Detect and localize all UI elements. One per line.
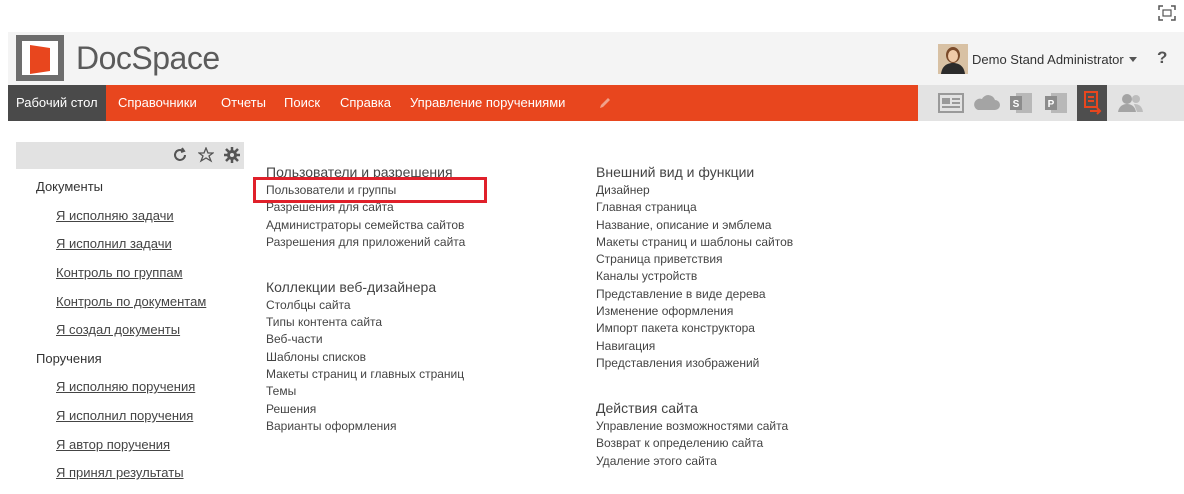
link-themes[interactable]: Темы [266,384,296,398]
top-navigation: Рабочий стол Справочники Отчеты Поиск Сп… [8,85,918,121]
left-group-documents[interactable]: Документы [36,179,103,194]
left-link-created-documents[interactable]: Я создал документы [56,322,180,337]
link-delete-site[interactable]: Удаление этого сайта [596,454,717,468]
edit-links-icon[interactable] [598,96,612,110]
section-look-feel-title: Внешний вид и функции [596,164,755,180]
docspace-logo-icon[interactable] [16,35,64,81]
project-icon[interactable]: P [1041,90,1071,116]
left-link-group-control[interactable]: Контроль по группам [56,265,183,280]
gear-icon[interactable] [224,147,240,163]
link-import-design-package[interactable]: Импорт пакета конструктора [596,321,755,335]
link-change-look[interactable]: Изменение оформления [596,304,733,318]
link-master-pages[interactable]: Макеты страниц и главных страниц [266,367,464,381]
site-header: DocSpace Demo Stand Administrator ? [8,32,1184,85]
link-welcome-page[interactable]: Страница приветствия [596,252,723,266]
link-site-collection-admins[interactable]: Администраторы семейства сайтов [266,218,464,232]
link-device-channels[interactable]: Каналы устройств [596,269,697,283]
left-link-completed-assignments[interactable]: Я исполнил поручения [56,408,193,423]
link-home-page[interactable]: Главная страница [596,200,697,214]
link-tree-view[interactable]: Представление в виде дерева [596,287,766,301]
docspace-app-icon[interactable] [1077,85,1107,121]
link-title-description-logo[interactable]: Название, описание и эмблема [596,218,771,232]
link-navigation[interactable]: Навигация [596,339,655,353]
link-page-layouts[interactable]: Макеты страниц и шаблоны сайтов [596,235,793,249]
highlight-box [253,177,487,203]
fullscreen-focus-icon[interactable] [1158,5,1176,21]
left-link-my-assignments[interactable]: Я исполняю поручения [56,379,195,394]
refresh-icon[interactable] [172,147,188,163]
nav-item-directories[interactable]: Справочники [118,85,197,121]
user-avatar[interactable] [938,44,968,74]
nav-item-desktop[interactable]: Рабочий стол [8,85,106,121]
chevron-down-icon[interactable] [1129,57,1137,62]
left-link-my-tasks[interactable]: Я исполняю задачи [56,208,174,223]
help-button[interactable]: ? [1157,48,1167,68]
people-icon[interactable] [1116,90,1146,116]
star-icon[interactable] [198,147,214,163]
section-site-actions-title: Действия сайта [596,400,698,416]
left-link-authored-assignments[interactable]: Я автор поручения [56,437,170,452]
nav-item-search[interactable]: Поиск [284,85,320,121]
newsfeed-icon[interactable] [936,90,966,116]
nav-item-reports[interactable]: Отчеты [221,85,266,121]
link-designer[interactable]: Дизайнер [596,183,650,197]
svg-text:S: S [1013,99,1020,110]
app-launcher-bar: S P [918,85,1184,121]
left-group-assignments[interactable]: Поручения [36,351,102,366]
link-site-columns[interactable]: Столбцы сайта [266,298,351,312]
link-content-types[interactable]: Типы контента сайта [266,315,382,329]
left-link-accepted-results[interactable]: Я принял результаты [56,465,184,480]
left-link-document-control[interactable]: Контроль по документам [56,294,206,309]
user-menu[interactable]: Demo Stand Administrator [972,52,1124,67]
link-web-parts[interactable]: Веб-части [266,332,323,346]
link-image-renditions[interactable]: Представления изображений [596,356,759,370]
link-manage-site-features[interactable]: Управление возможностями сайта [596,419,788,433]
svg-text:P: P [1048,99,1055,110]
link-app-permissions[interactable]: Разрешения для приложений сайта [266,235,465,249]
nav-item-help[interactable]: Справка [340,85,391,121]
left-panel-toolbar [16,142,244,169]
nav-item-assignments[interactable]: Управление поручениями [410,85,565,121]
left-link-completed-tasks[interactable]: Я исполнил задачи [56,236,172,251]
section-web-designer-title: Коллекции веб-дизайнера [266,279,437,295]
link-solutions[interactable]: Решения [266,402,316,416]
link-composed-looks[interactable]: Варианты оформления [266,419,396,433]
cloud-icon[interactable] [971,90,1001,116]
link-list-templates[interactable]: Шаблоны списков [266,350,366,364]
sharepoint-icon[interactable]: S [1006,90,1036,116]
link-reset-site-definition[interactable]: Возврат к определению сайта [596,436,763,450]
brand-name[interactable]: DocSpace [76,40,220,77]
